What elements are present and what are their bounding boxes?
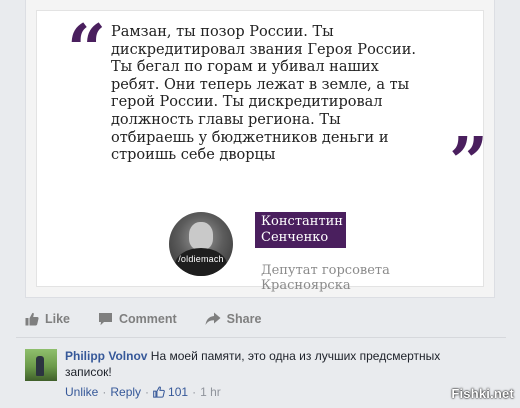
quote-line: герой России. Ты дискредитировал (111, 94, 383, 111)
share-button[interactable]: Share (205, 312, 262, 326)
comment: Philipp Volnov На моей памяти, это одна … (65, 348, 465, 380)
comment-author-link[interactable]: Philipp Volnov (65, 349, 147, 363)
open-quote-mark: “ (67, 10, 107, 90)
quote-line: отбираешь у бюджетников деньги и (111, 129, 389, 146)
comment-label: Comment (119, 312, 177, 326)
comments-divider (16, 337, 506, 338)
separator: · (145, 385, 150, 399)
comment-actions: Unlike · Reply · 101 · 1 hr (65, 385, 221, 399)
quote-card: “ Рамзан, ты позор России. Ты дискредити… (36, 10, 488, 293)
speaker-last-name: Сенченко (261, 230, 329, 245)
commenter-avatar[interactable] (25, 349, 57, 381)
unlike-link[interactable]: Unlike (65, 385, 98, 399)
speaker-first-name: Константин (261, 214, 343, 229)
avatar-face (189, 222, 213, 250)
quote-text: Рамзан, ты позор России. Ты дискредитиро… (111, 24, 451, 165)
share-label: Share (226, 312, 262, 326)
close-quote-mark: ” (449, 123, 489, 203)
quote-line: дискредитировал звания Героя России. (111, 41, 416, 58)
comment-like-number: 101 (168, 385, 189, 399)
like-label: Like (45, 312, 71, 326)
post-image[interactable]: “ Рамзан, ты позор России. Ты дискредити… (25, 0, 495, 298)
speaker-name: Константин Сенченко (255, 212, 346, 248)
comment-button[interactable]: Comment (98, 312, 177, 326)
comment-bubble-icon (99, 313, 113, 326)
reply-link[interactable]: Reply (110, 385, 141, 399)
quote-line: должность главы региона. Ты (111, 111, 341, 128)
avatar-handle: /oldiemach (178, 254, 224, 264)
watermark: Fishki.net (451, 386, 514, 401)
speaker-position: Депутат горсовета Красноярска (261, 263, 390, 293)
separator: · (102, 385, 107, 399)
avatar-figure (36, 356, 44, 376)
quote-line: Ты бегал по горам и убивал наших (111, 59, 379, 76)
quote-line: Рамзан, ты позор России. Ты (111, 24, 334, 40)
comment-timestamp[interactable]: 1 hr (200, 385, 221, 399)
thumbs-up-icon (25, 312, 39, 326)
separator: · (192, 385, 197, 399)
share-arrow-icon (205, 312, 221, 325)
speaker-avatar: /oldiemach (169, 212, 233, 276)
like-button[interactable]: Like (25, 312, 70, 326)
quote-line: ребят. Они теперь лежат в земле, а ты (111, 76, 410, 93)
post-actions-bar: Like Comment Share (25, 305, 495, 333)
comment-like-count[interactable]: 101 (153, 385, 188, 399)
thumbs-up-icon (153, 386, 165, 398)
quote-line: строишь себе дворцы (111, 147, 276, 164)
